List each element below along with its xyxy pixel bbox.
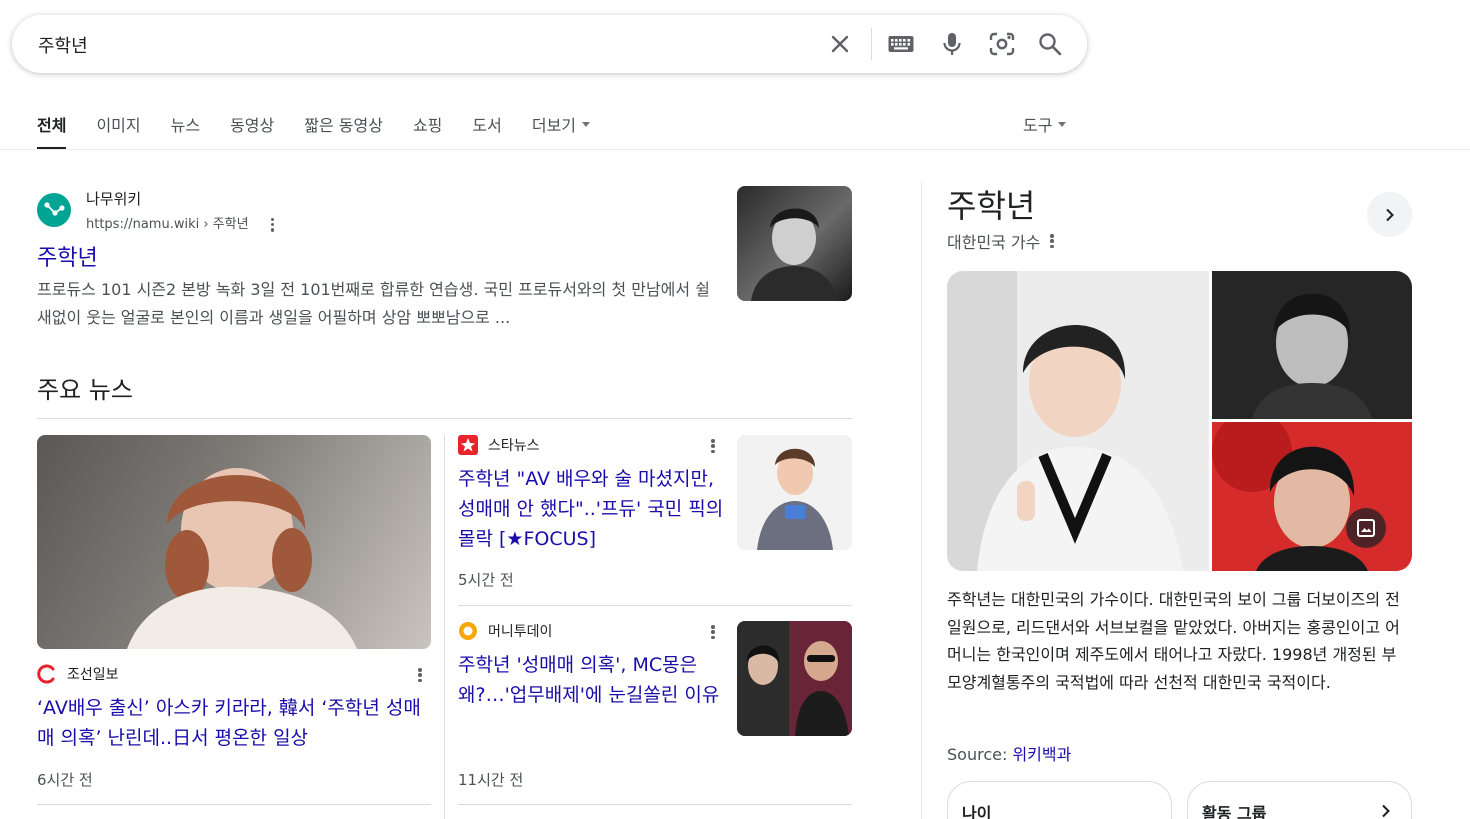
- news-time: 5시간 전: [458, 571, 514, 589]
- kp-source-link[interactable]: 위키백과: [1012, 745, 1071, 764]
- more-options-icon[interactable]: [418, 668, 422, 682]
- starnews-logo-icon: [458, 435, 478, 455]
- news-title-link[interactable]: ‘AV배우 출신’ 아스카 키라라, 韓서 ‘주학년 성매매 의혹’ 난린데..…: [37, 693, 431, 753]
- tab-images[interactable]: 이미지: [96, 112, 140, 150]
- tab-videos[interactable]: 동영상: [230, 112, 274, 150]
- more-options-icon[interactable]: [711, 439, 715, 453]
- news-divider: [458, 605, 852, 606]
- news-divider: [37, 418, 853, 419]
- kp-chip-group[interactable]: 활동 그룹: [1187, 781, 1412, 819]
- search-divider: [871, 28, 872, 60]
- news-source-name: 머니투데이: [488, 624, 553, 640]
- news-title-link[interactable]: 주학년 '성매매 의혹', MC몽은 왜?…'업무배제'에 눈길쏠린 이유: [458, 650, 726, 710]
- result-thumbnail[interactable]: [737, 186, 852, 301]
- kp-chip-age[interactable]: 나이: [947, 781, 1172, 819]
- result-snippet: 프로듀스 101 시즌2 본방 녹화 3일 전 101번째로 합류한 연습생. …: [37, 280, 710, 327]
- result-url-text: https://namu.wiki › 주학년: [86, 217, 249, 232]
- search-icon[interactable]: [1035, 29, 1065, 59]
- result-url[interactable]: https://namu.wiki › 주학년: [86, 213, 275, 232]
- news-image[interactable]: [37, 435, 431, 649]
- tab-shopping[interactable]: 쇼핑: [413, 112, 442, 150]
- result-title-link[interactable]: 주학년: [37, 240, 98, 272]
- search-tabs: 전체 이미지 뉴스 동영상 짧은 동영상 쇼핑 도서 더보기: [37, 112, 620, 150]
- tabs-divider: [0, 149, 1470, 150]
- chevron-right-icon: [1385, 208, 1394, 221]
- tab-label: 전체: [37, 116, 67, 135]
- tools-label: 도구: [1023, 116, 1053, 135]
- kp-subtitle: 대한민국 가수: [947, 229, 1054, 253]
- tab-label: 도서: [472, 116, 502, 135]
- kp-image[interactable]: [1212, 271, 1412, 419]
- kp-main-image[interactable]: [947, 271, 1209, 571]
- tab-label: 쇼핑: [412, 116, 443, 135]
- news-time: 11시간 전: [458, 771, 524, 789]
- more-options-icon[interactable]: [270, 217, 275, 232]
- news-source-name: 스타뉴스: [488, 438, 540, 454]
- keyboard-icon[interactable]: [886, 29, 916, 59]
- news-column-divider: [444, 435, 445, 819]
- image-icon: [1357, 519, 1375, 537]
- news-source[interactable]: 머니투데이: [458, 621, 552, 641]
- caret-down-icon: [582, 122, 591, 127]
- kp-subtitle-text: 대한민국 가수: [947, 233, 1041, 252]
- kp-source: Source: 위키백과: [947, 741, 1071, 765]
- tab-label: 이미지: [96, 116, 141, 135]
- news-title-link[interactable]: 주학년 "AV 배우와 술 마셨지만, 성매매 안 했다"..'프듀' 국민 픽…: [458, 464, 726, 554]
- namu-wiki-logo[interactable]: [37, 193, 71, 227]
- news-divider: [458, 804, 852, 805]
- news-source[interactable]: 스타뉴스: [458, 435, 540, 455]
- mic-icon[interactable]: [937, 29, 967, 59]
- chevron-right-icon: [1382, 804, 1390, 818]
- kp-description: 주학년는 대한민국의 가수이다. 대한민국의 보이 그룹 더보이즈의 전 일원으…: [947, 590, 1400, 692]
- news-source-name: 조선일보: [67, 667, 119, 683]
- result-site-name[interactable]: 나무위키: [86, 188, 141, 209]
- image-gallery-button[interactable]: [1346, 508, 1386, 548]
- tab-books[interactable]: 도서: [472, 112, 501, 150]
- kp-source-label: Source:: [947, 745, 1013, 764]
- news-thumbnail[interactable]: [737, 435, 852, 550]
- search-box[interactable]: 주학년: [12, 15, 1087, 73]
- caret-down-icon: [1058, 122, 1067, 127]
- mt-logo-icon: [458, 621, 478, 641]
- tab-short-videos[interactable]: 짧은 동영상: [304, 112, 383, 150]
- tab-label: 짧은 동영상: [304, 116, 383, 135]
- close-icon[interactable]: [825, 29, 855, 59]
- news-time: 6시간 전: [37, 771, 93, 789]
- tab-news[interactable]: 뉴스: [171, 112, 200, 150]
- kp-next-button[interactable]: [1367, 192, 1412, 237]
- search-query[interactable]: 주학년: [38, 32, 88, 58]
- kp-chip-label: 나이: [962, 804, 992, 819]
- more-options-icon[interactable]: [711, 625, 715, 639]
- tab-label: 더보기: [531, 116, 577, 135]
- tab-all[interactable]: 전체: [37, 112, 67, 150]
- tools-button[interactable]: 도구: [1023, 112, 1067, 136]
- knowledge-panel-divider: [921, 180, 922, 819]
- kp-title: 주학년: [947, 187, 1036, 225]
- lens-icon[interactable]: [987, 29, 1017, 59]
- tab-more[interactable]: 더보기: [531, 112, 591, 150]
- news-source[interactable]: 조선일보: [37, 664, 119, 684]
- kp-chip-label: 활동 그룹: [1202, 804, 1267, 819]
- chosun-logo-icon: [37, 664, 57, 684]
- news-heading: 주요 뉴스: [37, 376, 133, 404]
- news-thumbnail[interactable]: [737, 621, 852, 736]
- kp-image[interactable]: [1212, 422, 1412, 571]
- more-options-icon[interactable]: [1050, 234, 1054, 248]
- tab-label: 뉴스: [170, 116, 201, 135]
- tab-label: 동영상: [230, 116, 275, 135]
- news-divider: [37, 804, 431, 805]
